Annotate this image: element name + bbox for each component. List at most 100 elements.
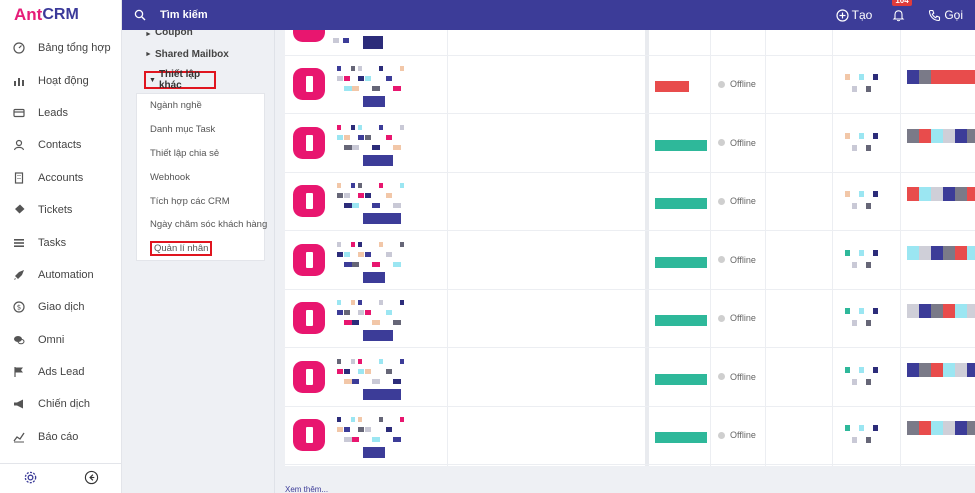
sidebar-item-omni[interactable]: Omni [0,324,121,356]
redacted-block [866,86,871,92]
sidebar-item-contacts[interactable]: Contacts [0,129,121,161]
redacted-block [386,251,392,257]
collapse-arrow-icon[interactable] [84,470,99,488]
notification-button[interactable]: 104 [892,0,912,23]
sub-item-sharing-settings[interactable]: Thiết lập chia sẻ [137,142,264,166]
settings-group-other[interactable]: ▼ Thiết lập khác [144,69,216,91]
redacted-block [363,213,401,224]
search-input[interactable] [160,9,460,21]
money-icon: $ [12,300,26,314]
redacted-block [337,66,341,71]
sub-item-webhook[interactable]: Webhook [137,165,264,189]
sub-item-crm-integration[interactable]: Tích hợp các CRM [137,189,264,213]
sidebar-item-reports[interactable]: Báo cáo [0,421,121,453]
avatar-glyph [305,193,313,209]
create-button[interactable]: Tạo [836,8,873,22]
redacted-block [358,251,364,257]
sidebar-item-ads-lead[interactable]: Ads Lead [0,356,121,388]
row-actions[interactable] [907,304,975,318]
redacted-block [344,368,350,374]
redacted-block [393,320,401,325]
create-label: Tạo [851,8,873,22]
redacted-block [859,74,864,80]
table-row[interactable]: Offline [285,232,975,290]
redacted-block [351,320,359,325]
sidebar-item-automation[interactable]: Automation [0,259,121,291]
see-more-link[interactable]: Xem thêm... [285,485,328,493]
table-row[interactable] [285,30,975,56]
redacted-block [343,38,349,43]
presence-label: Offline [730,137,756,148]
table-row[interactable]: Offline [285,173,975,231]
user-icon [12,138,26,152]
redacted-block [337,76,343,81]
redacted-block [358,417,362,422]
search-icon[interactable] [134,8,148,22]
gear-icon[interactable] [23,470,38,488]
redacted-block [873,366,878,373]
redacted-block [363,271,385,283]
row-actions[interactable] [907,245,975,260]
sidebar-item-accounts[interactable]: Accounts [0,162,121,194]
flag-icon [12,365,26,379]
sidebar-item-dashboard[interactable]: Bảng tổng hợp [0,32,121,64]
table-row[interactable]: Offline [285,56,975,114]
redacted-block [852,144,857,151]
redacted-block [919,362,931,377]
topbar-actions: Tạo 104 Gọi [836,0,975,30]
table-row[interactable]: Offline [285,115,975,173]
redacted-block [967,304,975,318]
redacted-block [344,251,350,257]
redacted-block [907,304,919,318]
sidebar-item-transactions[interactable]: $ Giao dịch [0,291,121,323]
settings-group-shared-mailbox[interactable]: ► Shared Mailbox [122,42,274,66]
bell-icon [892,9,905,21]
status-pill [655,198,707,209]
redacted-block [351,203,359,208]
table-row[interactable]: Offline [285,290,975,348]
sidebar-item-label: Tasks [38,236,67,249]
avatar [293,360,325,393]
row-actions[interactable] [907,70,975,84]
settings-group-coupon[interactable]: ► Coupon [122,30,274,38]
redacted-block [365,76,371,81]
redacted-block [907,70,919,84]
sub-item-task-category[interactable]: Danh mục Task [137,118,264,142]
sidebar-item-tasks[interactable]: Tasks [0,226,121,258]
redacted-block [372,320,380,325]
sub-item-industry[interactable]: Ngành nghề [137,94,264,118]
redacted-block [955,128,967,143]
app-logo[interactable]: Ant CRM [0,0,121,30]
redacted-block [365,193,371,198]
row-actions[interactable] [907,187,975,201]
table-row[interactable]: Offline [285,407,975,465]
sub-item-staff-management[interactable]: Quản lí nhân [137,237,264,261]
row-actions[interactable] [907,362,975,377]
redacted-block [344,378,352,384]
redacted-block [931,421,943,435]
sidebar-item-leads[interactable]: Leads [0,97,121,129]
redacted-block [955,304,967,318]
presence-dot-icon [718,139,725,146]
sidebar-item-activity[interactable]: Hoạt động [0,64,121,96]
topbar: Tạo 104 Gọi [122,0,975,30]
redacted-block [845,366,850,373]
redacted-block [358,193,364,198]
redacted-block [943,128,955,143]
sidebar-item-tickets[interactable]: Tickets [0,194,121,226]
call-button[interactable]: Gọi [928,8,963,22]
row-actions[interactable] [907,128,975,143]
redacted-block [400,358,404,364]
sub-item-customer-care-day[interactable]: Ngày chăm sóc khách hàng [137,213,267,237]
redacted-block [379,358,383,364]
redacted-block [919,70,931,84]
redacted-block [859,308,864,314]
redacted-block [386,134,392,140]
redacted-block [365,368,371,374]
sidebar-item-campaigns[interactable]: Chiến dịch [0,388,121,420]
redacted-block [365,251,371,257]
redacted-block [344,261,352,267]
table-row[interactable]: Offline [285,349,975,407]
row-actions[interactable] [907,421,975,435]
redacted-block [866,144,871,151]
